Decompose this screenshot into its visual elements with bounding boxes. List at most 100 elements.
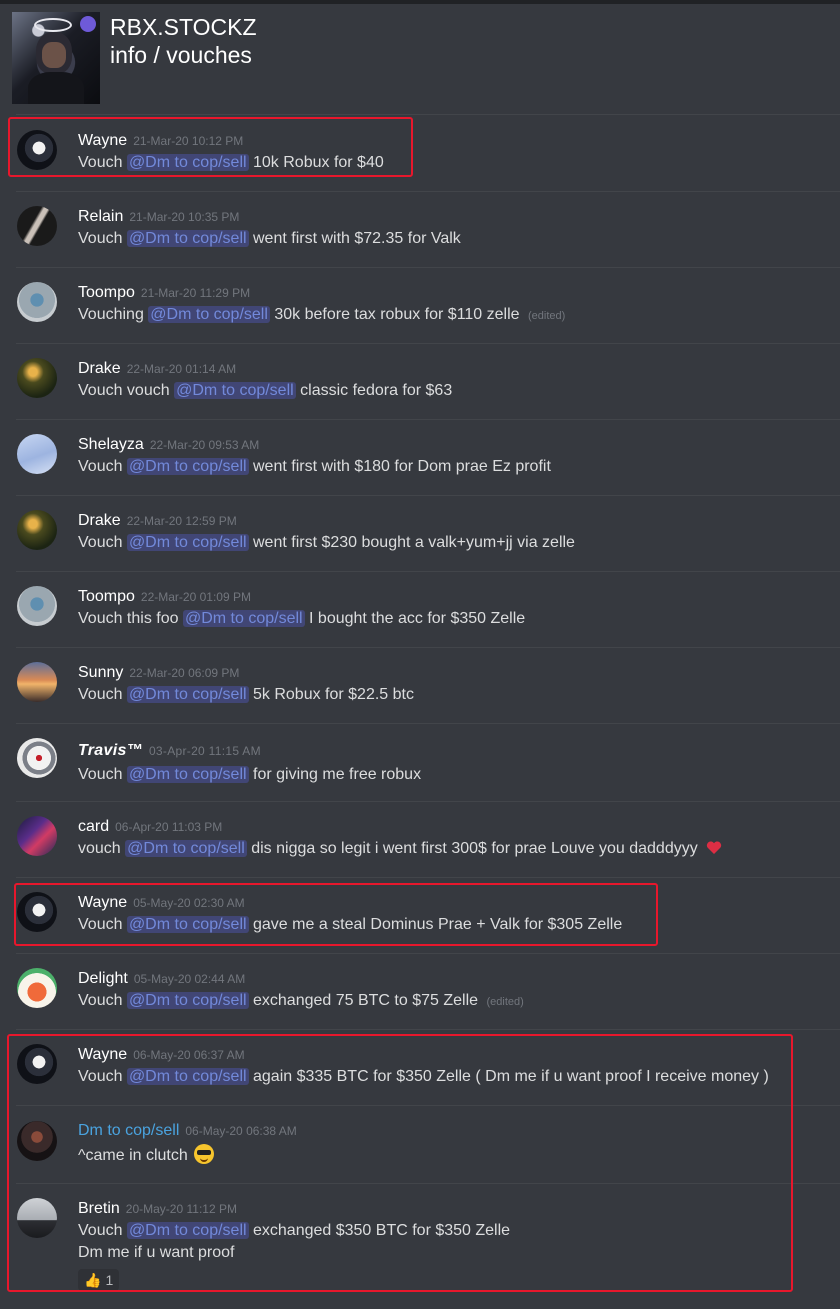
message-text: Vouch vouch @Dm to cop/sell classic fedo… — [78, 382, 452, 400]
highlight-box — [8, 117, 413, 177]
timestamp: 22-Mar-20 09:53 AM — [149, 438, 260, 452]
user-avatar[interactable] — [17, 282, 57, 322]
message-suffix: 5k Robux for $22.5 btc — [253, 686, 414, 703]
user-avatar[interactable] — [17, 586, 57, 626]
message-prefix: vouch — [78, 840, 121, 857]
edited-label: (edited) — [486, 996, 524, 1008]
message-suffix: classic fedora for $63 — [300, 382, 453, 399]
message-prefix: Vouch vouch — [78, 382, 170, 399]
timestamp: 21-Mar-20 11:29 PM — [140, 286, 251, 300]
message-prefix: Vouch — [78, 686, 123, 703]
message-item: Toompo 22-Mar-20 01:09 PM Vouch this foo … — [0, 572, 840, 647]
message-prefix: Vouch — [78, 230, 123, 247]
username-text[interactable]: card — [78, 818, 109, 835]
server-icon[interactable] — [12, 12, 100, 104]
username[interactable]: Sunny 22-Mar-20 06:09 PM — [78, 664, 239, 682]
message-suffix: went first $230 bought a valk+yum+jj via… — [253, 534, 575, 551]
user-avatar[interactable] — [17, 510, 57, 550]
message-suffix: exchanged 75 BTC to $75 Zelle — [253, 992, 479, 1009]
username-text[interactable]: Toompo — [78, 588, 135, 605]
username[interactable]: Delight 05-May-20 02:44 AM — [78, 970, 245, 988]
channel-name: info / vouches — [110, 42, 252, 68]
username-text[interactable]: Drake — [78, 360, 121, 377]
user-mention[interactable]: @Dm to cop/sell — [125, 840, 247, 857]
message-text: Vouch @Dm to cop/sell went first with $1… — [78, 458, 551, 476]
username[interactable]: Toompo 21-Mar-20 11:29 PM — [78, 284, 250, 302]
timestamp: 21-Mar-20 10:35 PM — [129, 210, 240, 224]
user-avatar[interactable] — [17, 816, 57, 856]
user-mention[interactable]: @Dm to cop/sell — [126, 230, 249, 247]
message-text: Vouch @Dm to cop/sell for giving me free… — [78, 766, 421, 784]
username[interactable]: Travis™ 03-Apr-20 11:15 AM — [78, 742, 261, 760]
message-prefix: Vouch — [78, 992, 123, 1009]
heart-emoji-icon — [707, 841, 722, 854]
user-mention[interactable]: @Dm to cop/sell — [174, 382, 296, 399]
message-item: Relain 21-Mar-20 10:35 PM Vouch @Dm to co… — [0, 192, 840, 267]
username-text[interactable]: Toompo — [78, 284, 135, 301]
message-text: vouch @Dm to cop/sell dis nigga so legit… — [78, 840, 722, 858]
user-avatar[interactable] — [17, 434, 57, 474]
message-text: Vouching @Dm to cop/sell 30k before tax … — [78, 306, 565, 324]
message-item: card 06-Apr-20 11:03 PM vouch @Dm to cop/… — [0, 802, 840, 877]
message-text: Vouch this foo @Dm to cop/sell I bought … — [78, 610, 525, 628]
timestamp: 22-Mar-20 01:14 AM — [126, 362, 237, 376]
username-text[interactable]: Delight — [78, 970, 128, 987]
user-mention[interactable]: @Dm to cop/sell — [182, 610, 305, 627]
message-item: Toompo 21-Mar-20 11:29 PM Vouching @Dm to… — [0, 268, 840, 343]
message-suffix: I bought the acc for $350 Zelle — [309, 610, 526, 627]
user-mention[interactable]: @Dm to cop/sell — [148, 306, 270, 323]
highlight-box — [14, 883, 658, 946]
message-suffix: 30k before tax robux for $110 zelle — [274, 306, 520, 323]
user-mention[interactable]: @Dm to cop/sell — [126, 686, 249, 703]
message-divider — [16, 114, 840, 115]
message-suffix: went first with $72.35 for Valk — [253, 230, 461, 247]
username-text[interactable]: Shelayza — [78, 436, 144, 453]
message-item: Drake 22-Mar-20 12:59 PM Vouch @Dm to cop… — [0, 496, 840, 571]
message-prefix: Vouch — [78, 534, 123, 551]
user-avatar[interactable] — [17, 738, 57, 778]
channel-header: RBX.STOCKZ info / vouches — [0, 4, 840, 114]
user-mention[interactable]: @Dm to cop/sell — [126, 458, 249, 475]
username-text[interactable]: Drake — [78, 512, 121, 529]
message-prefix: Vouch — [78, 766, 123, 783]
message-prefix: Vouch — [78, 458, 123, 475]
user-mention[interactable]: @Dm to cop/sell — [126, 766, 249, 783]
username-text[interactable]: Travis™ — [78, 742, 143, 759]
username[interactable]: Toompo 22-Mar-20 01:09 PM — [78, 588, 251, 606]
message-prefix: Vouch this foo — [78, 610, 179, 627]
message-item: Drake 22-Mar-20 01:14 AM Vouch vouch @Dm … — [0, 344, 840, 419]
timestamp: 22-Mar-20 12:59 PM — [126, 514, 237, 528]
moon-graphic — [80, 16, 96, 32]
timestamp: 22-Mar-20 01:09 PM — [140, 590, 251, 604]
user-avatar[interactable] — [17, 206, 57, 246]
message-text: Vouch @Dm to cop/sell exchanged 75 BTC t… — [78, 992, 524, 1010]
message-text: Vouch @Dm to cop/sell went first with $7… — [78, 230, 461, 248]
username-text[interactable]: Relain — [78, 208, 123, 225]
avatar-body-graphic — [28, 72, 84, 104]
user-mention[interactable]: @Dm to cop/sell — [126, 992, 249, 1009]
server-name: RBX.STOCKZ — [110, 14, 257, 40]
edited-label: (edited) — [528, 310, 566, 322]
message-suffix: dis nigga so legit i went first 300$ for… — [251, 840, 698, 857]
message-item: Shelayza 22-Mar-20 09:53 AM Vouch @Dm to … — [0, 420, 840, 495]
user-avatar[interactable] — [17, 358, 57, 398]
message-prefix: Vouching — [78, 306, 144, 323]
username[interactable]: card 06-Apr-20 11:03 PM — [78, 818, 222, 836]
timestamp: 22-Mar-20 06:09 PM — [129, 666, 240, 680]
message-suffix: went first with $180 for Dom prae Ez pro… — [253, 458, 551, 475]
username[interactable]: Drake 22-Mar-20 12:59 PM — [78, 512, 237, 530]
highlight-box — [7, 1034, 793, 1292]
username[interactable]: Drake 22-Mar-20 01:14 AM — [78, 360, 236, 378]
user-avatar[interactable] — [17, 662, 57, 702]
avatar-face-graphic — [42, 42, 66, 68]
username-text[interactable]: Sunny — [78, 664, 123, 681]
timestamp: 05-May-20 02:44 AM — [133, 972, 246, 986]
user-mention[interactable]: @Dm to cop/sell — [126, 534, 249, 551]
message-text: Vouch @Dm to cop/sell 5k Robux for $22.5… — [78, 686, 414, 704]
timestamp: 03-Apr-20 11:15 AM — [148, 744, 261, 758]
message-suffix: for giving me free robux — [253, 766, 422, 783]
username[interactable]: Shelayza 22-Mar-20 09:53 AM — [78, 436, 259, 454]
username[interactable]: Relain 21-Mar-20 10:35 PM — [78, 208, 239, 226]
message-item: Travis™ 03-Apr-20 11:15 AM Vouch @Dm to c… — [0, 724, 840, 803]
user-avatar[interactable] — [17, 968, 57, 1008]
